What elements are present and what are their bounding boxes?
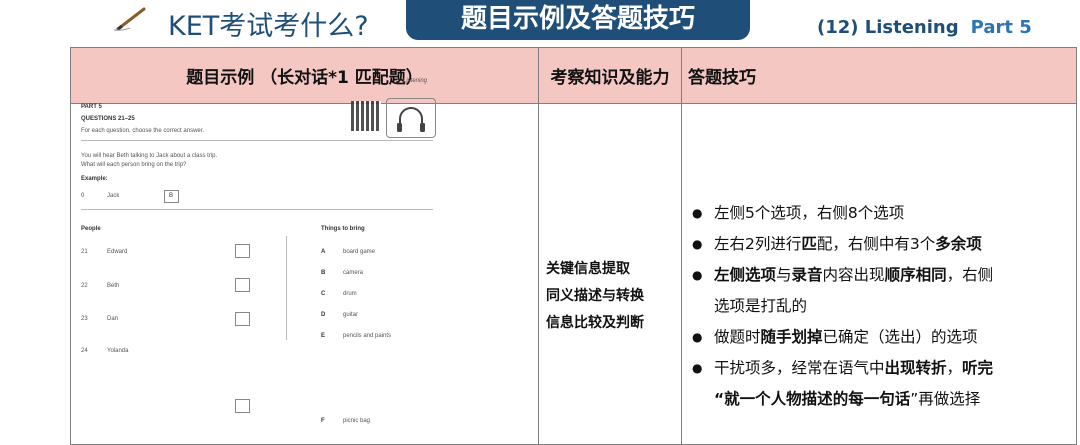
tip-text: ，右侧 — [946, 266, 994, 284]
headphones-icon-frame — [386, 98, 436, 138]
thing-item: board game — [343, 249, 376, 255]
headphones-icon — [397, 107, 425, 132]
paper-part: PART 5 — [81, 104, 102, 110]
skill-item: 信息比较及判断 — [546, 315, 644, 331]
paper-example-label: Example: — [81, 176, 108, 182]
paper-questions: QUESTIONS 21–25 — [81, 116, 135, 122]
answer-box[interactable] — [235, 399, 250, 413]
answer-box[interactable] — [235, 244, 250, 258]
tip-text: 匹 — [801, 235, 817, 253]
tips-cell: 左侧5个选项，右侧8个选项左右2列进行匹配，右侧中有3个多余项左侧选项与录音内容… — [681, 103, 1077, 445]
tip-text: 做题时 — [714, 328, 761, 346]
divider — [81, 209, 433, 210]
thing-item: picnic bag — [343, 418, 371, 424]
header-tips: 答题技巧 — [681, 47, 1077, 104]
tip-text: 选项是打乱的 — [714, 297, 808, 315]
people-num: 23 — [81, 316, 88, 322]
people-name: Dan — [107, 316, 119, 322]
thing-item: guitar — [343, 312, 359, 318]
tip-text: 录音 — [791, 266, 823, 284]
people-name: Edward — [107, 249, 128, 255]
tips-list: 左侧5个选项，右侧8个选项左右2列进行匹配，右侧中有3个多余项左侧选项与录音内容… — [682, 104, 1076, 415]
tip-text: 多余项 — [935, 235, 982, 253]
tip-item: 干扰项多，经常在语气中出现转折，听完 — [690, 353, 1070, 384]
tip-continuation: 选项是打乱的 — [690, 291, 1070, 322]
answer-box[interactable] — [235, 278, 250, 292]
thing-letter: E — [321, 333, 326, 339]
tip-text: 左右2列进行 — [714, 235, 802, 253]
tip-text: 听完 — [962, 359, 994, 377]
paper-intro-1: You will hear Beth talking to Jack about… — [81, 153, 218, 159]
paper-example-num: 0 — [81, 193, 85, 199]
paper-intro-2: What will each person bring on the trip? — [81, 162, 187, 168]
paper-example-name: Jack — [107, 193, 120, 199]
tip-item: 左右2列进行匹配，右侧中有3个多余项 — [690, 229, 1070, 260]
exam-paper-lower: F picnic bag — [77, 340, 439, 424]
tip-text: 已确定（选出）的选项 — [822, 328, 978, 346]
tip-text: ， — [946, 359, 963, 377]
people-num: 22 — [81, 283, 88, 289]
tip-text: 内容出现 — [822, 266, 885, 284]
tip-text: 与 — [776, 266, 792, 284]
column-divider — [286, 236, 287, 340]
thing-item: camera — [343, 270, 364, 276]
tip-text: “就一个人物描述的每一句话 — [714, 390, 911, 408]
paper-things-header: Things to bring — [321, 226, 365, 232]
pen-icon — [113, 7, 146, 31]
paper-example-answer-box: B — [164, 190, 179, 203]
header-skills: 考察知识及能力 — [538, 47, 682, 104]
paper-header-listening: Listening — [403, 78, 428, 84]
people-name: Beth — [107, 283, 120, 289]
thing-item: pencils and paints — [343, 333, 392, 339]
tip-text: 干扰项多，经常在语气中 — [714, 359, 885, 377]
tip-text: ”再做选择 — [910, 390, 981, 408]
answer-box[interactable] — [235, 312, 250, 326]
divider — [81, 140, 433, 141]
section-badge: 题目示例及答题技巧 — [406, 0, 750, 40]
thing-letter: D — [321, 312, 326, 318]
tip-text: 出现转折 — [884, 359, 947, 377]
tip-text: 左侧选项 — [714, 266, 777, 284]
skills-cell: 关键信息提取 同义描述与转换 信息比较及判断 — [538, 103, 682, 445]
people-num: 21 — [81, 249, 88, 255]
tip-continuation: “就一个人物描述的每一句话”再做选择 — [690, 384, 1070, 415]
tip-text: 顺序相同 — [884, 266, 947, 284]
tip-text: 随手划掉 — [760, 328, 823, 346]
tip-item: 左侧选项与录音内容出现顺序相同，右侧 — [690, 260, 1070, 291]
paper-instruction: For each question, choose the correct an… — [81, 128, 205, 134]
thing-letter: C — [321, 291, 326, 297]
qr-code-icon — [351, 101, 381, 131]
thing-item: drum — [343, 291, 357, 297]
section-label: (12) Listening — [817, 17, 959, 38]
slide-title: KET考试考什么? — [168, 11, 369, 42]
tip-text: 配，右侧中有3个 — [816, 235, 936, 253]
tip-text: 左侧5个选项，右侧8个选项 — [714, 204, 905, 222]
skill-item: 关键信息提取 — [546, 261, 630, 277]
part-label: Part 5 — [970, 17, 1032, 38]
paper-example-answer: B — [169, 193, 174, 199]
exam-paper-image: Listening PART 5 QUESTIONS 21–25 For eac… — [77, 76, 439, 354]
thing-letter: A — [321, 249, 326, 255]
tip-item: 做题时随手划掉已确定（选出）的选项 — [690, 322, 1070, 353]
thing-letter: F — [321, 418, 325, 424]
paper-people-header: People — [81, 226, 101, 232]
thing-letter: B — [321, 270, 326, 276]
tip-item: 左侧5个选项，右侧8个选项 — [690, 198, 1070, 229]
section-heading: (12) Listening Part 5 — [817, 17, 1032, 38]
skill-item: 同义描述与转换 — [546, 288, 644, 304]
